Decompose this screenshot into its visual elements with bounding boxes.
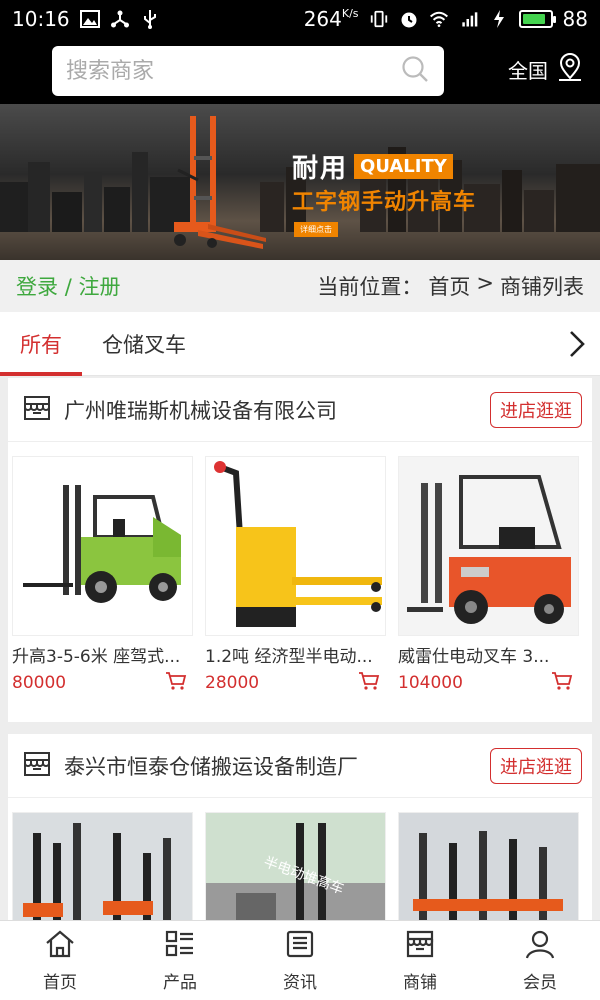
nav-products[interactable]: 产品 [120, 921, 240, 1000]
region-label: 全国 [508, 59, 548, 83]
product-name: 威雷仕电动叉车 3... [398, 647, 550, 667]
shop-card: 广州唯瑞斯机械设备有限公司 进店逛逛 升高3-5-6米 座驾式... 80000… [8, 378, 592, 722]
product-list: 升高3-5-6米 座驾式... 80000 1.2吨 经济型半电动... 280… [8, 442, 592, 695]
category-tabs: 所有 仓储叉车 [0, 312, 600, 376]
breadcrumb-label: 当前位置： [317, 275, 423, 299]
banner-title-text: 耐用 [292, 154, 349, 184]
product-image[interactable] [398, 456, 579, 636]
product-image[interactable] [205, 456, 386, 636]
charging-icon [489, 9, 509, 29]
app-root: 10:16 264K/s 88 搜索商家 全国 耐用 QUALITY 工字钢手动… [0, 0, 600, 1000]
tab-label: 所有 [20, 332, 62, 357]
nav-member[interactable]: 会员 [480, 921, 600, 1000]
promo-banner[interactable]: 耐用 QUALITY 工字钢手动升高车 详细点击 [0, 104, 600, 260]
product-name: 升高3-5-6米 座驾式... [12, 647, 181, 667]
cart-icon[interactable] [551, 671, 573, 695]
pallet-stacker-yellow-image [214, 461, 382, 627]
forklift-orange-image [407, 475, 571, 624]
breadcrumb-home[interactable]: 首页 [428, 271, 470, 301]
store-icon [22, 749, 52, 783]
shop-header: 广州唯瑞斯机械设备有限公司 进店逛逛 [8, 378, 592, 442]
cart-icon[interactable] [165, 671, 187, 695]
battery-icon [518, 10, 556, 28]
product-image[interactable] [12, 456, 193, 636]
nav-label: 首页 [43, 972, 77, 993]
search-icon[interactable] [400, 54, 430, 88]
user-icon [524, 929, 556, 964]
search-box[interactable] [52, 46, 444, 96]
location-bar: 登录 / 注册 当前位置： 首页 > 商铺列表 [0, 260, 600, 312]
image-icon [79, 9, 100, 29]
nav-home[interactable]: 首页 [0, 921, 120, 1000]
shop-name[interactable]: 广州唯瑞斯机械设备有限公司 [64, 395, 337, 425]
wifi-icon [429, 9, 449, 29]
product-price: 104000 [398, 673, 463, 693]
home-icon [44, 929, 76, 964]
product-name: 1.2吨 经济型半电动... [205, 647, 373, 667]
chevron-right-icon[interactable] [568, 329, 600, 359]
banner-quality-badge: QUALITY [354, 154, 453, 179]
alarm-icon [399, 9, 419, 29]
nav-news[interactable]: 资讯 [240, 921, 360, 1000]
bottom-navigation: 首页 产品 资讯 商铺 会员 [0, 920, 600, 1000]
product-card[interactable]: 1.2吨 经济型半电动... 28000 [205, 456, 386, 695]
battery-level-fill [522, 14, 546, 24]
product-price: 80000 [12, 673, 67, 693]
breadcrumb-current: 商铺列表 [500, 275, 584, 299]
tab-all[interactable]: 所有 [0, 312, 82, 376]
stacker-forklift-image [174, 116, 266, 249]
login-link[interactable]: 登录 [16, 275, 58, 299]
shop-header: 泰兴市恒泰仓储搬运设备制造厂 进店逛逛 [8, 734, 592, 798]
network-speed: 264K/s [303, 7, 359, 31]
tab-warehouse-forklift[interactable]: 仓储叉车 [82, 312, 206, 376]
usb-icon [140, 9, 160, 29]
forklift-green-image [23, 485, 181, 603]
search-input[interactable] [66, 58, 386, 84]
product-card[interactable]: 威雷仕电动叉车 3... 104000 [398, 456, 579, 695]
signal-icon [459, 9, 479, 29]
product-card[interactable]: 升高3-5-6米 座驾式... 80000 [12, 456, 193, 695]
nav-shops[interactable]: 商铺 [360, 921, 480, 1000]
shop-card: 泰兴市恒泰仓储搬运设备制造厂 进店逛逛 半电动堆高车 [8, 734, 592, 992]
share-icon [110, 9, 130, 29]
nav-label: 资讯 [283, 972, 317, 993]
vibrate-icon [369, 9, 389, 29]
news-icon [284, 929, 316, 964]
breadcrumb: 当前位置： 首页 > 商铺列表 [317, 271, 584, 301]
nav-label: 会员 [523, 972, 557, 993]
store-icon [404, 929, 436, 964]
store-icon [22, 393, 52, 427]
auth-links: 登录 / 注册 [16, 271, 120, 301]
register-link[interactable]: 注册 [78, 275, 120, 299]
region-selector[interactable]: 全国 [508, 52, 584, 87]
nav-label: 商铺 [403, 972, 437, 993]
banner-subtitle: 工字钢手动升高车 [292, 190, 477, 215]
location-pin-icon [556, 52, 584, 87]
product-price: 28000 [205, 673, 260, 693]
banner-detail-button[interactable]: 详细点击 [294, 222, 338, 237]
breadcrumb-arrow: > [476, 271, 494, 295]
grid-list-icon [164, 929, 196, 964]
shop-name[interactable]: 泰兴市恒泰仓储搬运设备制造厂 [64, 751, 358, 781]
banner-title: 耐用 QUALITY [292, 148, 453, 185]
enter-shop-button[interactable]: 进店逛逛 [490, 747, 582, 784]
enter-shop-button[interactable]: 进店逛逛 [490, 391, 582, 428]
header: 全国 [0, 38, 600, 104]
auth-separator: / [64, 275, 72, 299]
tab-label: 仓储叉车 [102, 332, 186, 357]
battery-percent: 88 [562, 7, 588, 31]
status-bar: 10:16 264K/s 88 [0, 0, 600, 38]
cart-icon[interactable] [358, 671, 380, 695]
nav-label: 产品 [163, 972, 197, 993]
status-time: 10:16 [12, 7, 70, 31]
